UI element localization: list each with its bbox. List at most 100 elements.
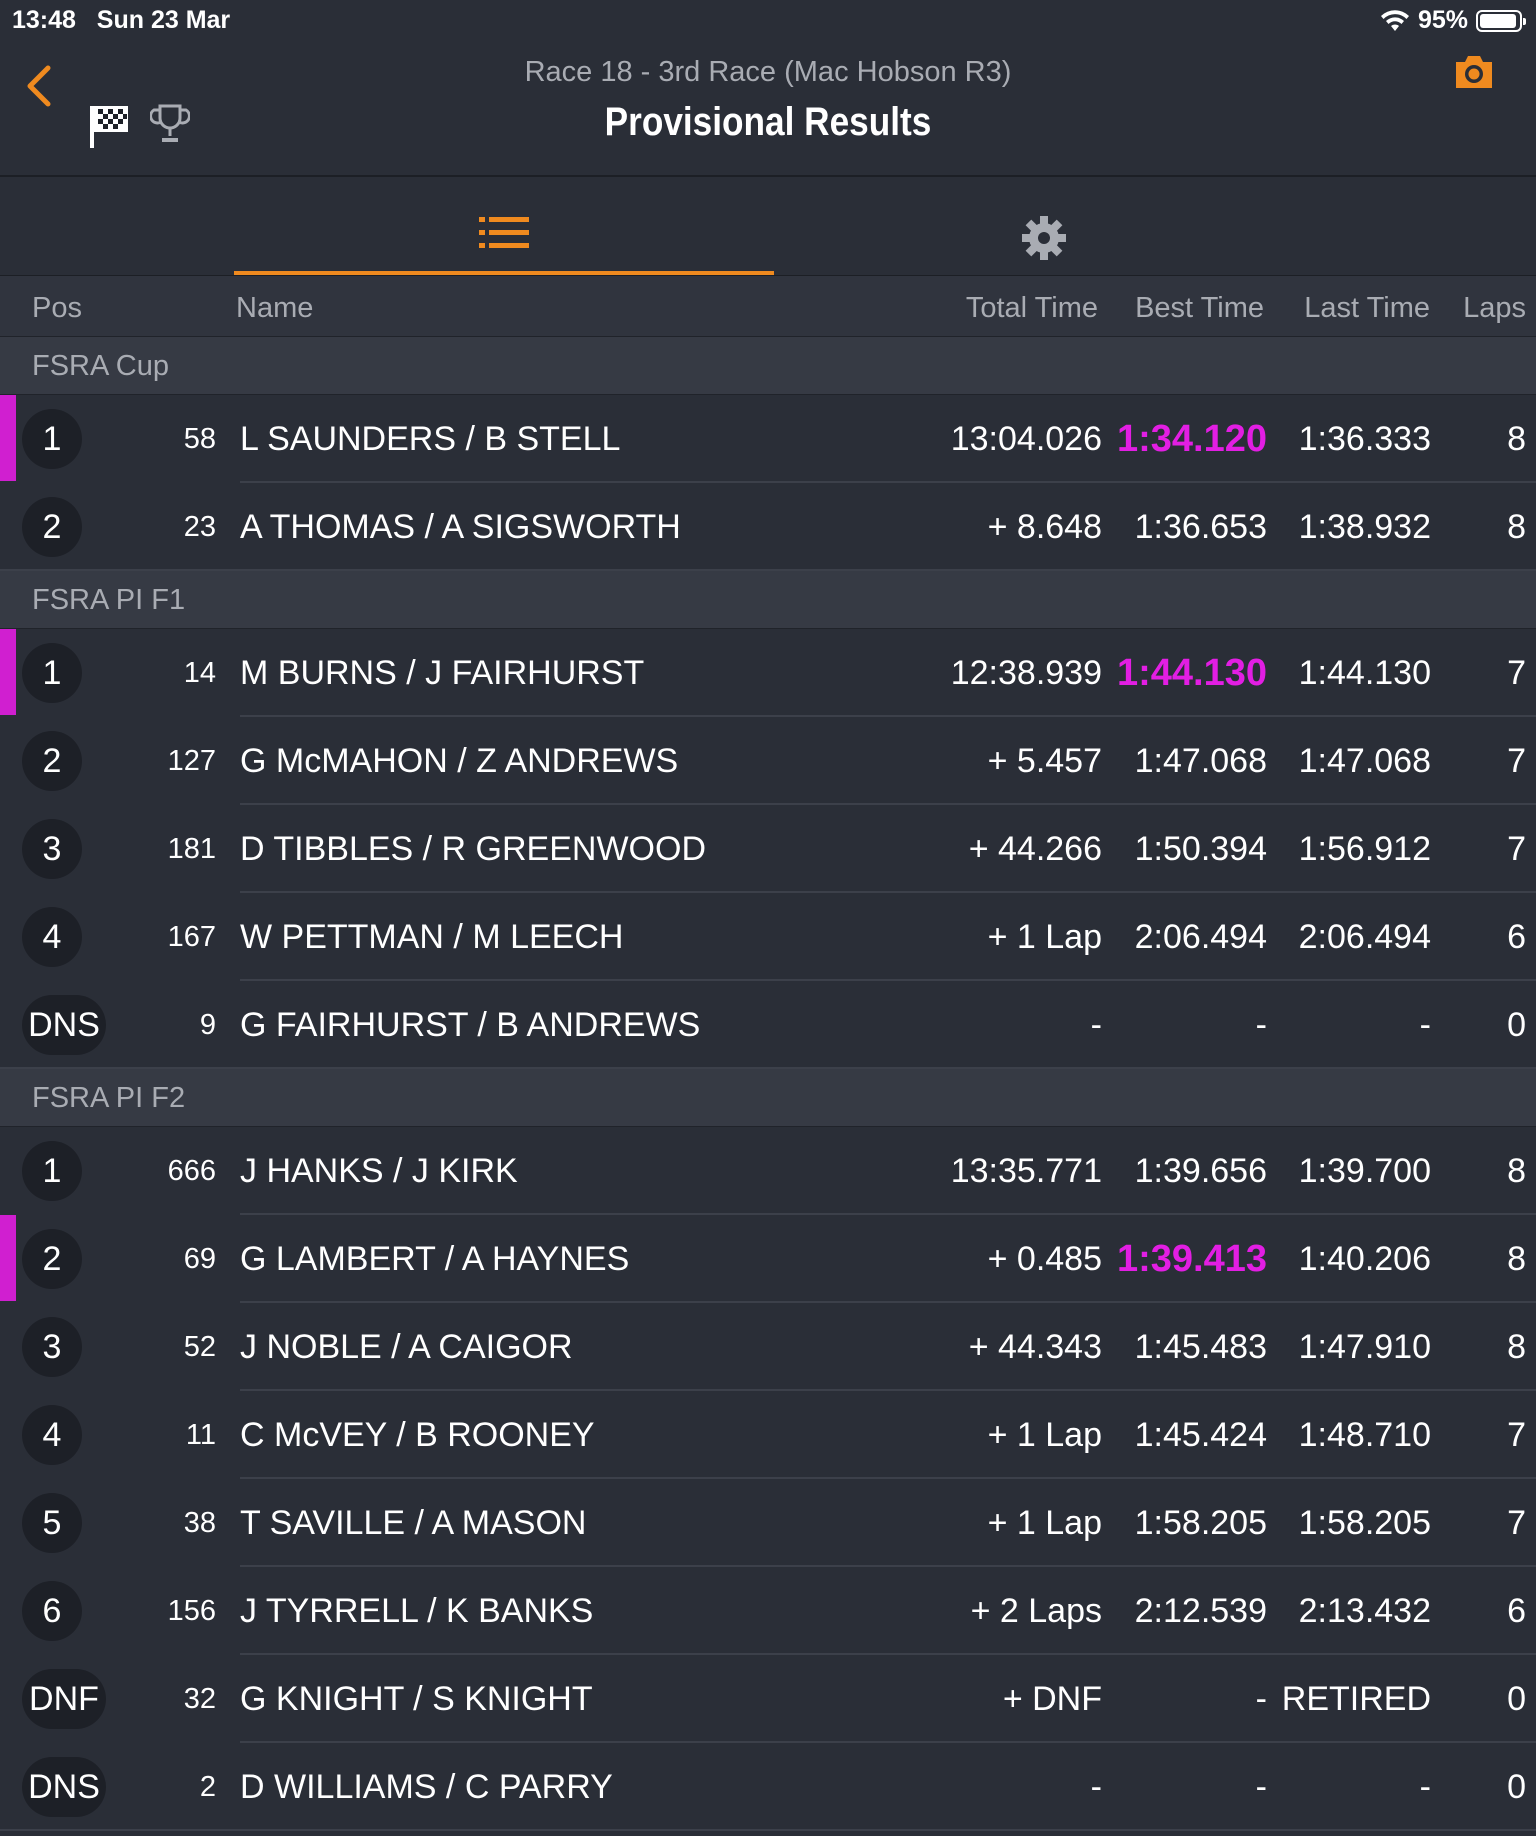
car-number: 23 xyxy=(183,511,216,543)
result-row[interactable]: 2 69 G LAMBERT / A HAYNES + 0.485 1:39.413 1:… xyxy=(0,1215,1536,1303)
list-icon xyxy=(479,217,529,248)
car-number: 69 xyxy=(183,1243,216,1275)
total-time: - xyxy=(1090,1768,1102,1806)
laps: 8 xyxy=(1507,1152,1526,1190)
col-total-time: Total Time xyxy=(965,292,1098,324)
result-row[interactable]: 4 11 C McVEY / B ROONEY + 1 Lap 1:45.424 1:48… xyxy=(0,1391,1536,1479)
car-number: 32 xyxy=(183,1683,216,1715)
position-badge: 2 xyxy=(22,731,82,791)
driver-names: L SAUNDERS / B STELL xyxy=(240,420,621,458)
position-badge: DNF xyxy=(22,1669,106,1729)
col-laps: Laps xyxy=(1463,292,1526,324)
laps: 6 xyxy=(1507,918,1526,956)
group-header: FSRA PI F2 xyxy=(0,1069,1536,1127)
position-badge: 4 xyxy=(22,1405,82,1465)
driver-names: W PETTMAN / M LEECH xyxy=(240,918,624,956)
best-time: 1:39.413 xyxy=(1116,1238,1267,1280)
last-time: 1:47.068 xyxy=(1298,742,1431,780)
col-last-time: Last Time xyxy=(1304,292,1430,324)
car-number: 11 xyxy=(185,1419,216,1451)
position-badge: 2 xyxy=(22,1229,82,1289)
driver-names: G McMAHON / Z ANDREWS xyxy=(240,742,679,780)
total-time: + 44.343 xyxy=(968,1328,1102,1366)
total-time: + 0.485 xyxy=(987,1240,1102,1278)
position-badge: DNS xyxy=(22,1757,106,1817)
navigation-bar: Race 18 - 3rd Race (Mac Hobson R3) Provi… xyxy=(0,40,1536,177)
laps: 7 xyxy=(1507,1416,1526,1454)
total-time: 12:38.939 xyxy=(950,654,1102,692)
col-best-time: Best Time xyxy=(1135,292,1264,324)
result-row[interactable]: 3 52 J NOBLE / A CAIGOR + 44.343 1:45.483 1:4… xyxy=(0,1303,1536,1391)
best-time: 1:34.120 xyxy=(1116,418,1267,460)
driver-names: G LAMBERT / A HAYNES xyxy=(240,1240,630,1278)
camera-icon[interactable] xyxy=(1452,52,1496,92)
driver-names: T SAVILLE / A MASON xyxy=(240,1504,587,1542)
result-row[interactable]: 4 167 W PETTMAN / M LEECH + 1 Lap 2:06.494 2:… xyxy=(0,893,1536,981)
laps: 0 xyxy=(1507,1680,1526,1718)
driver-names: M BURNS / J FAIRHURST xyxy=(240,654,645,692)
total-time: + DNF xyxy=(1002,1680,1102,1718)
best-time: 1:45.483 xyxy=(1134,1328,1267,1366)
last-time: 1:44.130 xyxy=(1298,654,1431,692)
driver-names: C McVEY / B ROONEY xyxy=(240,1416,595,1454)
position-badge: 2 xyxy=(22,497,82,557)
driver-names: J NOBLE / A CAIGOR xyxy=(240,1328,573,1366)
car-number: 9 xyxy=(199,1009,216,1041)
best-time: 1:45.424 xyxy=(1134,1416,1267,1454)
result-row[interactable]: DNS 2 D WILLIAMS / C PARRY - - - 0 xyxy=(0,1743,1536,1831)
laps: 7 xyxy=(1507,742,1526,780)
laps: 0 xyxy=(1507,1006,1526,1044)
gear-icon xyxy=(1022,216,1066,260)
results-list: FSRA Cup 1 5 8 L SAUNDERS / B STELL 13:04.026… xyxy=(0,337,1536,1831)
result-row[interactable]: 6 156 J TYRRELL / K BANKS + 2 Laps 2:12.539 2… xyxy=(0,1567,1536,1655)
driver-names: G FAIRHURST / B ANDREWS xyxy=(240,1006,701,1044)
tab-results-list[interactable] xyxy=(234,177,774,275)
last-time: 2:13.432 xyxy=(1298,1592,1431,1630)
best-time: 1:50.394 xyxy=(1134,830,1267,868)
driver-names: A THOMAS / A SIGSWORTH xyxy=(240,508,681,546)
group-header: FSRA Cup xyxy=(0,337,1536,395)
last-time: 1:40.206 xyxy=(1298,1240,1431,1278)
tab-settings[interactable] xyxy=(774,177,1314,275)
position-badge: 5 xyxy=(22,1493,82,1553)
best-time: - xyxy=(1255,1006,1267,1044)
car-number: 38 xyxy=(183,1507,216,1539)
best-time: - xyxy=(1255,1768,1267,1806)
result-row[interactable]: 5 38 T SAVILLE / A MASON + 1 Lap 1:58.205 1:5… xyxy=(0,1479,1536,1567)
result-row[interactable]: 2 127 G McMAHON / Z ANDREWS + 5.457 1:47.068… xyxy=(0,717,1536,805)
total-time: + 2 Laps xyxy=(970,1592,1102,1630)
best-time: 2:06.494 xyxy=(1134,918,1267,956)
position-badge: 3 xyxy=(22,819,82,879)
car-number: 52 xyxy=(183,1331,216,1363)
result-row[interactable]: DNS 9 G FAIRHURST / B ANDREWS - - - 0 xyxy=(0,981,1536,1069)
battery-icon xyxy=(1476,9,1526,32)
driver-names: J TYRRELL / K BANKS xyxy=(240,1592,594,1630)
driver-names: J HANKS / J KIRK xyxy=(240,1152,518,1190)
result-row[interactable]: 1 666 J HANKS / J KIRK 13:35.771 1:39.656 1:3… xyxy=(0,1127,1536,1215)
laps: 7 xyxy=(1507,830,1526,868)
best-time: 1:58.205 xyxy=(1134,1504,1267,1542)
last-time: 1:47.910 xyxy=(1298,1328,1431,1366)
result-row[interactable]: 1 14 M BURNS / J FAIRHURST 12:38.939 1:44.13… xyxy=(0,629,1536,717)
last-time: 1:56.912 xyxy=(1298,830,1431,868)
total-time: - xyxy=(1090,1006,1102,1044)
total-time: + 1 Lap xyxy=(987,918,1102,956)
result-row[interactable]: DNF 32 G KNIGHT / S KNIGHT + DNF - RETIRED 0 xyxy=(0,1655,1536,1743)
laps: 8 xyxy=(1507,1328,1526,1366)
result-row[interactable]: 1 58 L SAUNDERS / B STELL 13:04.026 1:34.120… xyxy=(0,395,1536,483)
car-number: 167 xyxy=(167,921,216,953)
result-row[interactable]: 2 23 A THOMAS / A SIGSWORTH + 8.648 1:36.653… xyxy=(0,483,1536,571)
best-time: 2:12.539 xyxy=(1134,1592,1267,1630)
position-badge: 1 xyxy=(22,1141,82,1201)
position-badge: 1 xyxy=(22,409,82,469)
car-number: 181 xyxy=(167,833,216,865)
car-number: 666 xyxy=(167,1155,216,1187)
laps: 8 xyxy=(1507,1240,1526,1278)
total-time: 13:04.026 xyxy=(950,420,1102,458)
tab-bar xyxy=(0,177,1536,276)
car-number: 2 xyxy=(199,1771,216,1803)
total-time: + 1 Lap xyxy=(987,1416,1102,1454)
total-time: 13:35.771 xyxy=(950,1152,1102,1190)
result-row[interactable]: 3 181 D TIBBLES / R GREENWOOD + 44.266 1:50.… xyxy=(0,805,1536,893)
col-name: Name xyxy=(236,292,314,324)
